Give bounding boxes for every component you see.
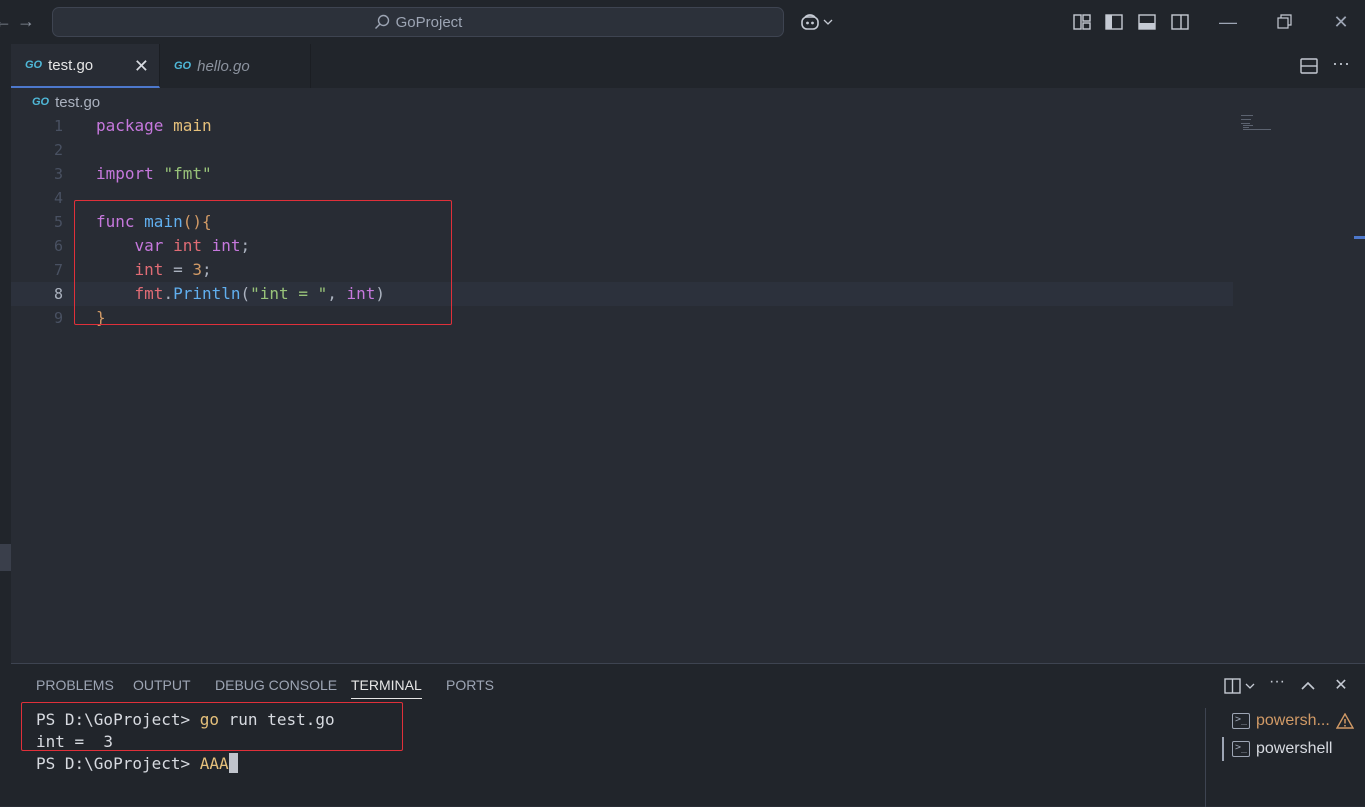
go-file-icon: GO (25, 59, 43, 71)
breadcrumb-file[interactable]: test.go (55, 94, 100, 111)
tab-terminal[interactable]: TERMINAL (351, 677, 422, 699)
terminal-list-item[interactable]: >_ powershell (1232, 738, 1332, 760)
terminal-list: >_ powersh... >_ powershell (1205, 708, 1365, 807)
search-icon (374, 14, 389, 29)
arrow-left-icon[interactable]: ← (0, 10, 14, 32)
bottom-panel: PROBLEMS OUTPUT DEBUG CONSOLE TERMINAL P… (11, 663, 1365, 807)
annotation-box (74, 200, 452, 325)
tab-ports[interactable]: PORTS (446, 677, 494, 699)
annotation-box (21, 702, 403, 751)
terminal-cursor (228, 753, 238, 773)
toggle-secondary-sidebar-icon[interactable] (1170, 12, 1190, 32)
more-actions-icon[interactable]: ··· (1331, 54, 1351, 76)
copilot-button[interactable] (800, 11, 833, 33)
code-line: 2 (11, 138, 1233, 162)
maximize-panel-icon[interactable] (1298, 676, 1318, 696)
editor-tabs: GO test.go ✕ GO hello.go ··· (11, 44, 1365, 88)
toggle-primary-sidebar-icon[interactable] (1104, 12, 1124, 32)
terminal-name: powersh... (1256, 712, 1330, 729)
line-number: 2 (53, 141, 63, 159)
tab-hello-go[interactable]: GO hello.go (160, 44, 311, 88)
search-label: GoProject (395, 13, 463, 31)
terminal-icon: >_ (1232, 713, 1250, 729)
tab-problems[interactable]: PROBLEMS (36, 677, 114, 699)
line-number: 9 (53, 309, 63, 327)
tab-debug-console[interactable]: DEBUG CONSOLE (215, 677, 337, 699)
minimap[interactable] (1240, 114, 1272, 134)
code-editor[interactable]: 1 package main 2 3 import "fmt" 4 5 func… (11, 114, 1365, 662)
go-file-icon: GO (32, 96, 50, 108)
line-number: 8 (53, 285, 63, 303)
line-number: 1 (53, 117, 63, 135)
line-number: 6 (53, 237, 63, 255)
command-center-search[interactable]: GoProject (52, 7, 784, 37)
line-number: 5 (53, 213, 63, 231)
terminal-name: powershell (1256, 740, 1333, 757)
terminal-icon: >_ (1232, 741, 1250, 757)
terminal-input[interactable]: AAA (200, 754, 229, 773)
terminal-list-item[interactable]: >_ powersh... (1232, 710, 1354, 732)
code-line: 3 import "fmt" (11, 162, 1233, 186)
terminal-line-3[interactable]: PS D:\GoProject> AAA (36, 753, 238, 775)
split-terminal-icon[interactable] (1223, 676, 1243, 696)
more-actions-icon[interactable]: ··· (1267, 674, 1287, 696)
code-line: 1 package main (11, 114, 1233, 138)
arrow-right-icon[interactable]: → (15, 10, 37, 32)
terminal-prompt: PS D:\GoProject> (36, 754, 200, 773)
customize-layout-icon[interactable] (1072, 12, 1092, 32)
tab-test-go[interactable]: GO test.go ✕ (11, 44, 160, 88)
warning-icon (1335, 713, 1354, 729)
tab-output[interactable]: OUTPUT (133, 677, 191, 699)
breadcrumb[interactable]: GO test.go (32, 92, 100, 112)
line-number: 7 (53, 261, 63, 279)
minimize-icon[interactable]: — (1217, 11, 1239, 33)
chevron-down-icon[interactable] (1244, 676, 1256, 696)
restore-icon[interactable] (1274, 12, 1294, 32)
close-window-icon[interactable]: ✕ (1330, 11, 1352, 33)
close-panel-icon[interactable]: ✕ (1331, 676, 1351, 696)
copilot-icon (801, 14, 819, 30)
toggle-panel-icon[interactable] (1137, 12, 1157, 32)
scrollbar-marker (1354, 236, 1365, 239)
line-number: 3 (53, 165, 63, 183)
go-file-icon: GO (174, 60, 192, 72)
split-editor-icon[interactable] (1299, 56, 1319, 76)
activity-strip (0, 44, 11, 806)
active-terminal-indicator (1222, 737, 1224, 761)
close-icon[interactable]: ✕ (134, 56, 149, 77)
tab-label: hello.go (197, 57, 250, 75)
chevron-down-icon (823, 19, 833, 25)
title-bar: ← → GoProject — ✕ (0, 0, 1365, 44)
tab-label: test.go (48, 56, 94, 74)
line-number: 4 (53, 189, 63, 207)
